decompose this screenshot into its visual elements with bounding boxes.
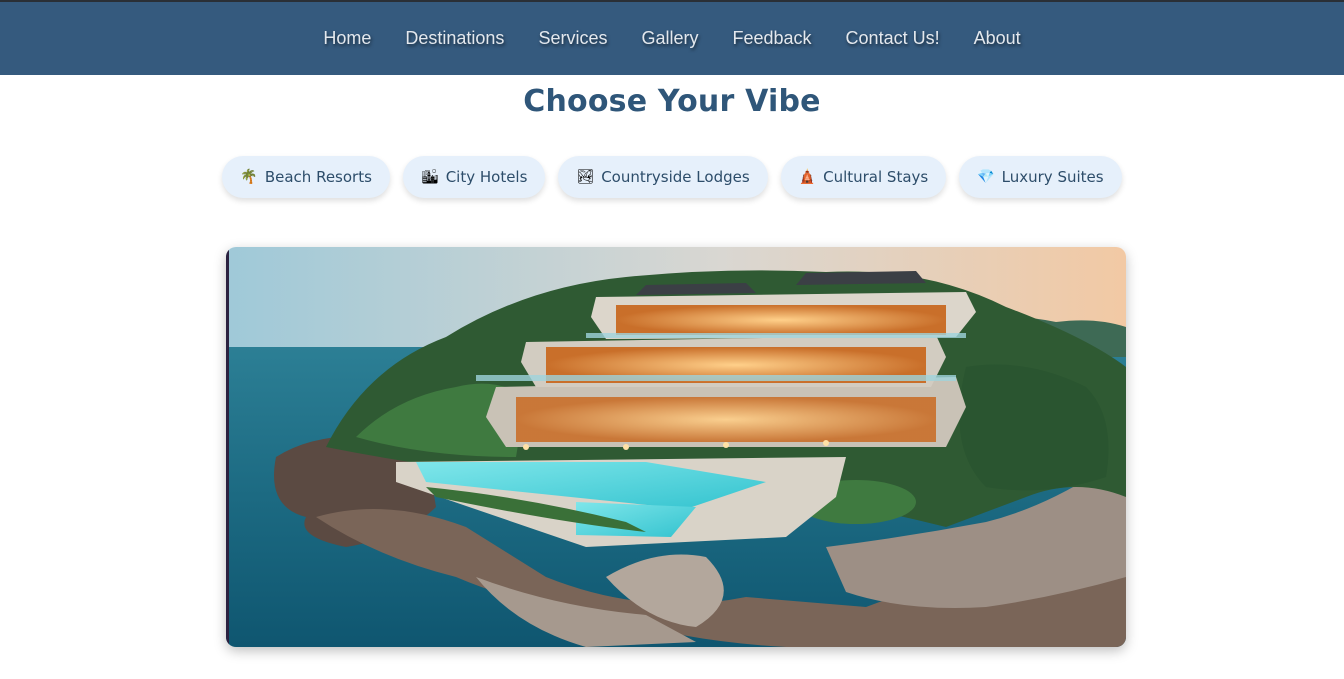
vibe-label: Luxury Suites — [1001, 168, 1104, 186]
vibe-filter-row: 🌴 Beach Resorts 🏙 City Hotels 🏞 Countrys… — [0, 156, 1344, 198]
vibe-pill-cultural-stays[interactable]: 🛕 Cultural Stays — [780, 156, 947, 198]
villa-illustration — [226, 247, 1126, 647]
nav-item-about: About — [974, 24, 1021, 53]
city-icon: 🏙 — [420, 169, 439, 185]
nav-link-destinations[interactable]: Destinations — [405, 24, 504, 53]
nav-item-gallery: Gallery — [641, 24, 698, 53]
vibe-label: Cultural Stays — [823, 168, 929, 186]
nav-link-contact[interactable]: Contact Us! — [846, 24, 940, 53]
nav-link-home[interactable]: Home — [323, 24, 371, 53]
vibe-label: Countryside Lodges — [601, 168, 750, 186]
vibe-pill-city-hotels[interactable]: 🏙 City Hotels — [402, 156, 546, 198]
countryside-icon: 🏞 — [576, 169, 595, 185]
vibe-label: City Hotels — [445, 168, 528, 186]
nav-link-about[interactable]: About — [974, 24, 1021, 53]
temple-icon: 🛕 — [798, 169, 817, 185]
vibe-pill-luxury-suites[interactable]: 💎 Luxury Suites — [959, 156, 1122, 198]
hero-image-villa — [226, 247, 1126, 647]
vibe-label: Beach Resorts — [264, 168, 372, 186]
diamond-icon: 💎 — [977, 169, 995, 185]
nav-item-home: Home — [323, 24, 371, 53]
nav-menu: Home Destinations Services Gallery Feedb… — [306, 24, 1037, 53]
nav-link-gallery[interactable]: Gallery — [641, 24, 698, 53]
nav-item-destinations: Destinations — [405, 24, 504, 53]
nav-link-feedback[interactable]: Feedback — [732, 24, 811, 53]
nav-item-services: Services — [538, 24, 607, 53]
vibe-pill-countryside-lodges[interactable]: 🏞 Countryside Lodges — [558, 156, 768, 198]
nav-item-feedback: Feedback — [732, 24, 811, 53]
nav-item-contact: Contact Us! — [846, 24, 940, 53]
palm-tree-icon: 🌴 — [240, 169, 258, 185]
section-title: Choose Your Vibe — [523, 84, 821, 119]
nav-link-services[interactable]: Services — [538, 24, 607, 53]
vibe-pill-beach-resorts[interactable]: 🌴 Beach Resorts — [222, 156, 390, 198]
top-navbar: Home Destinations Services Gallery Feedb… — [0, 0, 1344, 75]
